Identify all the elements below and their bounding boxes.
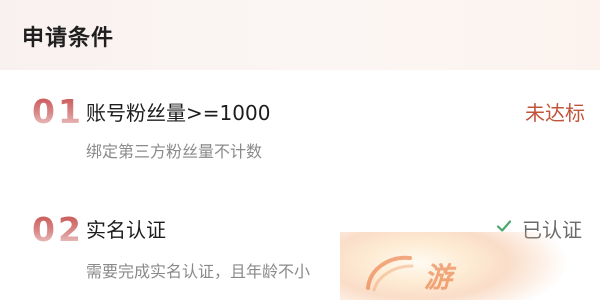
requirement-number: 02 <box>32 210 84 249</box>
requirement-description: 绑定第三方粉丝量不计数 <box>86 142 263 161</box>
requirement-title: 实名认证 <box>86 218 166 242</box>
requirements-card: 01 账号粉丝量>=1000 未达标 绑定第三方粉丝量不计数 02 实名认证 已… <box>0 70 600 300</box>
section-title: 申请条件 <box>22 26 115 51</box>
requirement-status: 已认证 <box>522 218 582 242</box>
check-icon <box>496 220 512 232</box>
requirement-description: 需要完成实名认证，且年龄不小 <box>86 262 311 281</box>
requirement-status: 未达标 <box>525 101 585 125</box>
requirement-title: 账号粉丝量>=1000 <box>86 101 271 125</box>
requirement-number: 01 <box>32 92 84 131</box>
section-header: 申请条件 <box>0 0 600 70</box>
requirements-page: 申请条件 01 账号粉丝量>=1000 未达标 绑定第三方粉丝量不计数 02 实… <box>0 0 600 300</box>
